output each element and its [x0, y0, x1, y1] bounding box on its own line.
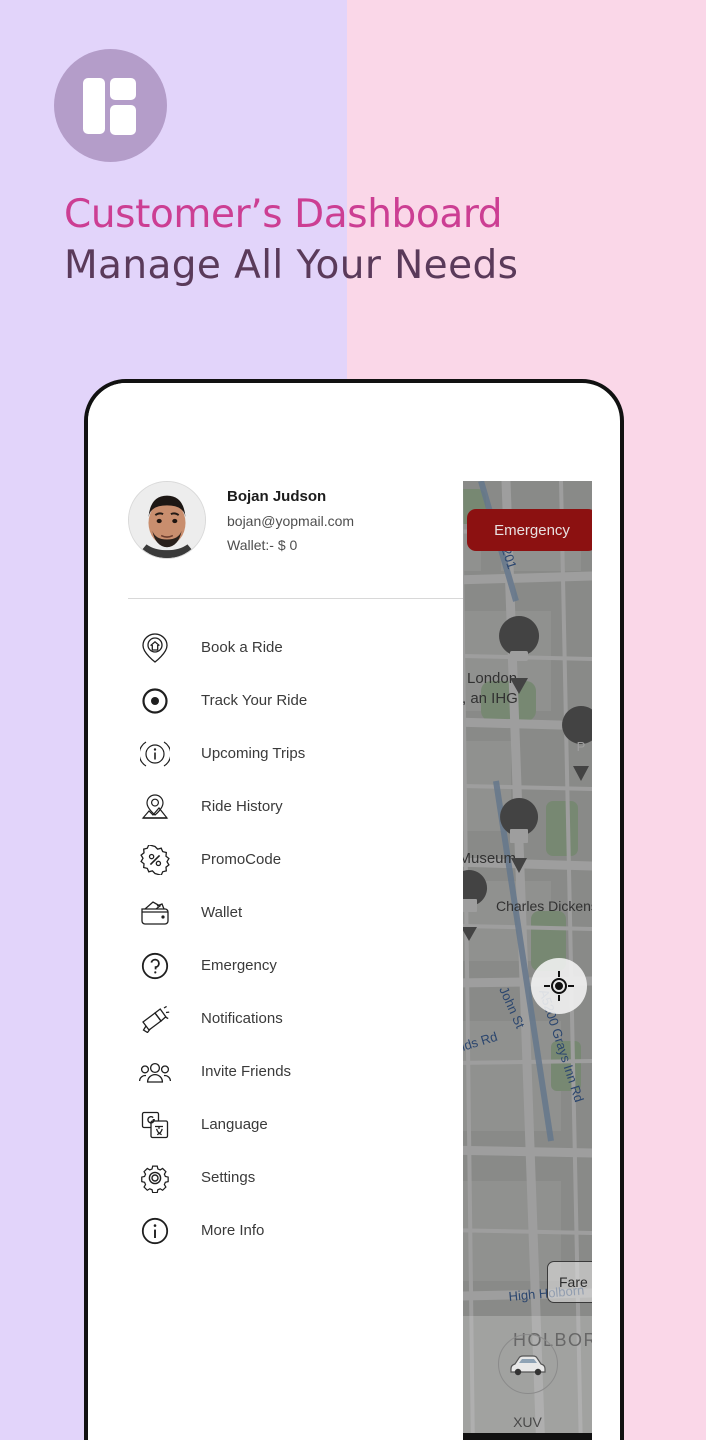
pin-map-icon [138, 790, 172, 824]
fare-estimate-button[interactable]: Fare Estimate › [547, 1261, 592, 1303]
page-title: Customer’s Dashboard [64, 192, 503, 237]
car-icon [497, 1334, 558, 1394]
info-circles-icon [138, 737, 172, 771]
menu-item-book-a-ride[interactable]: Book a Ride [88, 621, 463, 674]
grid-cell-1 [109, 77, 136, 100]
profile-email: bojan@yopmail.com [227, 512, 355, 529]
page-subtitle: Manage All Your Needs [64, 243, 519, 288]
drawer-divider [128, 598, 463, 599]
menu-item-label: Track Your Ride [201, 692, 308, 709]
question-circle-icon [138, 949, 172, 983]
people-group-icon [138, 1055, 172, 1089]
menu-item-language[interactable]: Language [88, 1098, 463, 1151]
menu-item-settings[interactable]: Settings [88, 1151, 463, 1204]
emergency-button[interactable]: Emergency [467, 509, 592, 551]
menu-item-track-your-ride[interactable]: Track Your Ride [88, 674, 463, 727]
map-pin-home-icon [138, 631, 172, 665]
target-dot-icon [138, 684, 172, 718]
profile-section[interactable]: Bojan Judson bojan@yopmail.com Wallet:- … [128, 481, 354, 559]
fare-estimate-label: Fare Estimate [559, 1274, 592, 1290]
percent-badge-icon [138, 843, 172, 877]
emergency-button-label: Emergency [494, 521, 570, 539]
navigation-drawer: Bojan Judson bojan@yopmail.com Wallet:- … [88, 383, 463, 1440]
menu-item-label: More Info [201, 1222, 265, 1239]
menu-item-wallet[interactable]: Wallet [88, 886, 463, 939]
drawer-menu: Book a Ride Track Your Ride Upcoming Tri… [88, 621, 463, 1257]
menu-item-notifications[interactable]: Notifications [88, 992, 463, 1045]
menu-item-emergency[interactable]: Emergency [88, 939, 463, 992]
avatar [128, 481, 206, 559]
menu-item-promocode[interactable]: PromoCode [88, 833, 463, 886]
vehicle-name-label: XUV [513, 1414, 542, 1430]
wallet-icon [138, 896, 172, 930]
menu-item-label: Wallet [201, 904, 243, 921]
menu-item-label: Upcoming Trips [201, 745, 306, 762]
menu-item-label: Settings [201, 1169, 256, 1186]
menu-item-label: Emergency [201, 957, 277, 974]
profile-name: Bojan Judson [227, 487, 327, 505]
translate-icon [138, 1108, 172, 1142]
profile-wallet-balance: Wallet:- $ 0 [227, 536, 298, 553]
dashboard-grid-icon [54, 49, 167, 162]
menu-item-label: Notifications [201, 1010, 283, 1027]
gps-crosshair-icon[interactable] [531, 958, 587, 1014]
map-panel[interactable]: A201 za London ss, an IHG l Museum Charl… [463, 481, 592, 1440]
menu-item-label: Language [201, 1116, 268, 1133]
phone-bottom-bar [463, 1433, 592, 1440]
menu-item-invite-friends[interactable]: Invite Friends [88, 1045, 463, 1098]
menu-item-label: Book a Ride [201, 639, 283, 656]
grid-cell-3 [109, 104, 136, 135]
menu-item-upcoming-trips[interactable]: Upcoming Trips [88, 727, 463, 780]
menu-item-label: Invite Friends [201, 1063, 292, 1080]
info-circle-icon [138, 1214, 172, 1248]
grid-cell-2 [82, 77, 105, 134]
phone-mockup: A201 za London ss, an IHG l Museum Charl… [84, 379, 624, 1440]
menu-item-more-info[interactable]: More Info [88, 1204, 463, 1257]
menu-item-ride-history[interactable]: Ride History [88, 780, 463, 833]
menu-item-label: PromoCode [201, 851, 282, 868]
megaphone-icon [138, 1002, 172, 1036]
gear-icon [138, 1161, 172, 1195]
menu-item-label: Ride History [201, 798, 283, 815]
vehicle-selector-card[interactable]: XUV [463, 1316, 592, 1440]
